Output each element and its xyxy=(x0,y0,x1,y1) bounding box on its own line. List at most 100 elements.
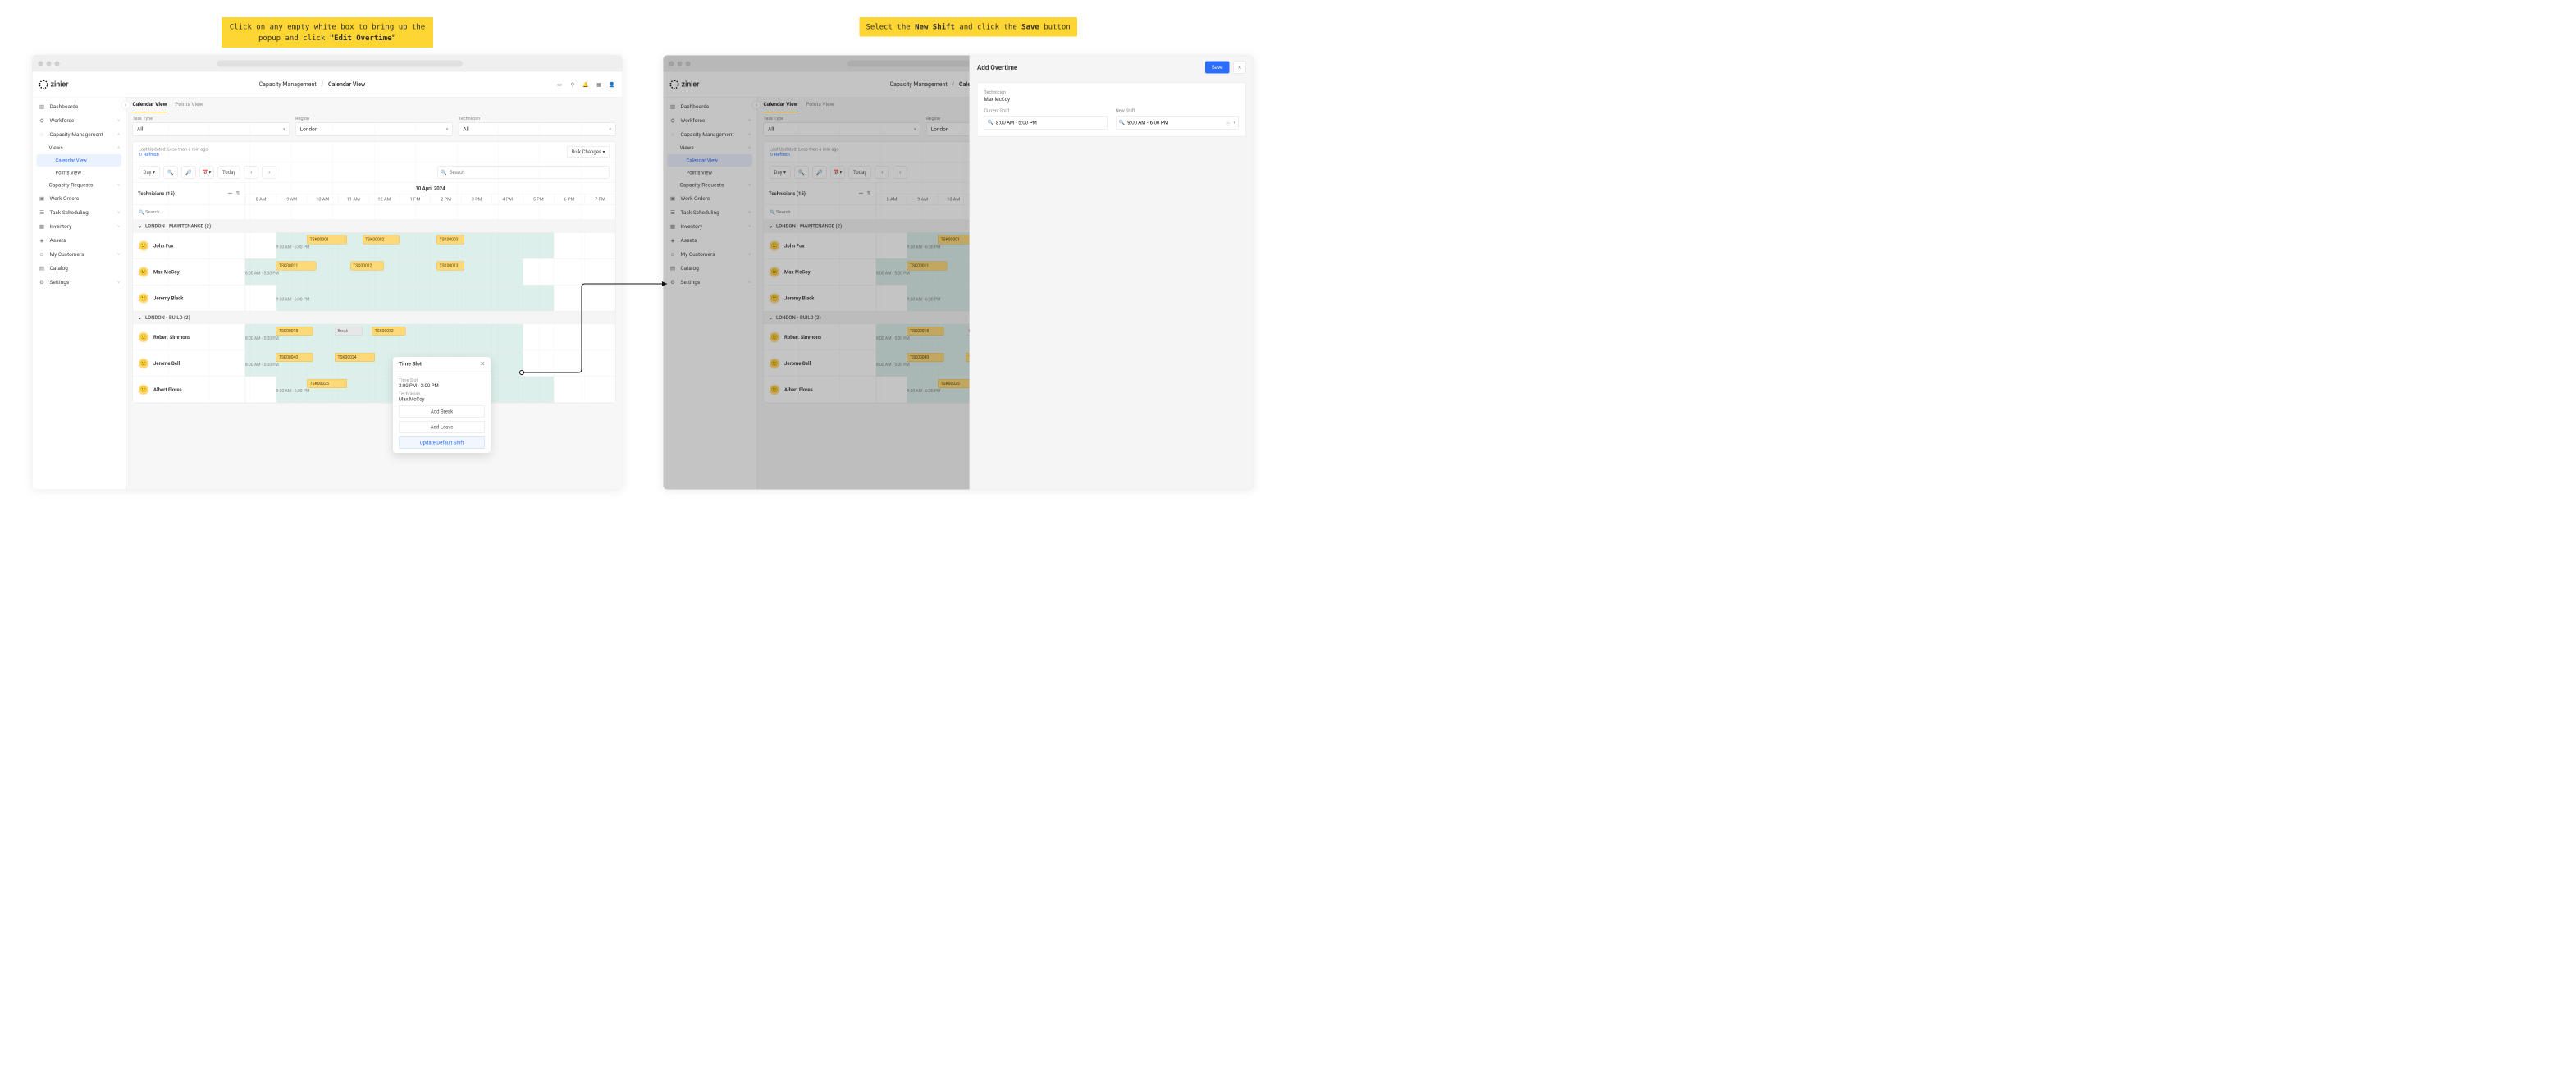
sidebar-icon: ⛭ xyxy=(39,117,46,125)
sidebar-item-label: Task Scheduling xyxy=(50,209,89,216)
chevron-icon: ˅ xyxy=(117,224,120,229)
current-shift-input xyxy=(984,116,1108,130)
chat-icon[interactable]: ▭ xyxy=(556,80,564,88)
sidebar-item-views[interactable]: Views ˄ xyxy=(33,142,126,155)
apps-icon[interactable]: ▦ xyxy=(596,80,603,88)
sidebar-item-workforce[interactable]: ⛭ Workforce ˅ xyxy=(33,114,126,128)
popup-tech-value: Max McCoy xyxy=(399,396,485,402)
task-chip[interactable]: TSK00018 xyxy=(276,327,313,336)
search-icon: 🔍 xyxy=(1119,120,1125,126)
close-button[interactable]: ✕ xyxy=(1234,62,1246,74)
breadcrumb-parent[interactable]: Capacity Management xyxy=(259,81,317,88)
timeline-lane[interactable]: 9:00 AM - 6:00 PM TSK00001 TSK00002 TSK000… xyxy=(245,233,615,259)
task-chip[interactable]: TSK00002 xyxy=(363,235,400,245)
timeline-lane[interactable]: 8:00 AM - 5:00 PM TSK00018 Break TSK00032 xyxy=(245,324,615,350)
shift-time: 8:00 AM - 5:00 PM xyxy=(245,336,279,341)
sidebar-item-label: My Customers xyxy=(50,251,84,258)
sidebar-icon: ☺ xyxy=(39,251,46,258)
task-chip[interactable]: TSK00012 xyxy=(350,262,384,271)
sidebar-item-label: Work Orders xyxy=(50,195,80,202)
drawer-tech-label: Technician xyxy=(984,89,1240,95)
brand-logo: zinier xyxy=(39,80,69,89)
breadcrumb: Capacity Management / Calendar View xyxy=(68,81,555,88)
add-overtime-drawer: Add Overtime Save ✕ Technician Max McCoy… xyxy=(970,56,1254,490)
drawer-tech-value: Max McCoy xyxy=(984,97,1240,103)
timeline-lane[interactable]: 9:00 AM - 6:00 PM xyxy=(245,286,615,312)
chevron-icon: ˅ xyxy=(117,118,120,123)
add-leave-button[interactable]: Add Leave xyxy=(399,421,485,433)
shift-time: 9:00 AM - 6:00 PM xyxy=(276,245,310,250)
main-content: ‹ Calendar ViewPoints View Task Type All… xyxy=(126,98,623,490)
task-chip[interactable]: TSK00024 xyxy=(335,353,375,362)
popup-title: Time Slot xyxy=(399,361,422,368)
new-shift-input[interactable] xyxy=(1116,116,1239,130)
sidebar-item-calendar-view[interactable]: Calendar View xyxy=(37,154,122,167)
sidebar-item-dashboards[interactable]: ▥ Dashboards xyxy=(33,100,126,114)
app-window: zinier Capacity Management / Calendar Vi… xyxy=(32,55,623,490)
sidebar-item-label: Capacity Management xyxy=(50,131,103,138)
add-break-button[interactable]: Add Break xyxy=(399,405,485,418)
sidebar-icon: ◌ xyxy=(39,131,46,139)
sidebar-item-my-customers[interactable]: ☺ My Customers ˅ xyxy=(33,248,126,262)
chevron-icon: ˅ xyxy=(117,280,120,285)
chevron-icon: ˅ xyxy=(117,183,120,188)
close-icon[interactable]: ✕ xyxy=(481,361,485,368)
task-chip[interactable]: TSK00032 xyxy=(372,327,405,336)
chevron-icon: ˅ xyxy=(117,210,120,215)
sidebar-item-label: Points View xyxy=(56,170,81,176)
task-chip[interactable]: TSK00025 xyxy=(307,379,347,388)
sidebar-icon: ▥ xyxy=(39,103,46,111)
sidebar-item-work-orders[interactable]: ▣ Work Orders xyxy=(33,192,126,206)
task-chip[interactable]: TSK00013 xyxy=(436,262,464,271)
sidebar-item-assets[interactable]: ◈ Assets xyxy=(33,234,126,248)
app-header: zinier Capacity Management / Calendar Vi… xyxy=(33,72,623,98)
tip-right: Select the New Shift and click the Save … xyxy=(860,17,1077,37)
sidebar-item-label: Inventory xyxy=(50,223,72,230)
chevron-down-icon[interactable]: ▾ xyxy=(1233,121,1235,126)
pin-icon[interactable]: ⚲ xyxy=(569,80,577,88)
sidebar-item-label: Settings xyxy=(50,279,70,286)
sidebar-item-task-scheduling[interactable]: ☰ Task Scheduling ˅ xyxy=(33,206,126,220)
drawer-title: Add Overtime xyxy=(977,63,1201,71)
clear-icon[interactable]: ⓧ xyxy=(1226,120,1230,126)
sidebar-item-label: Capacity Requests xyxy=(49,182,94,189)
shift-time: 9:00 AM - 6:00 PM xyxy=(276,298,310,303)
logo-icon xyxy=(39,80,48,89)
shift-time: 9:00 AM - 6:00 PM xyxy=(276,389,310,394)
sidebar-item-capacity-management[interactable]: ◌ Capacity Management ˄ xyxy=(33,128,126,142)
search-icon: 🔍 xyxy=(988,120,993,126)
sidebar-icon: ▦ xyxy=(39,223,46,231)
timeline-lane[interactable]: 8:00 AM - 5:00 PM TSK00011TSK00012TSK000… xyxy=(245,259,615,286)
sidebar-item-label: Views xyxy=(49,145,63,152)
sidebar-icon: ▣ xyxy=(39,195,46,203)
app-window: zinier Capacity Management / Calendar Vi… xyxy=(663,55,1254,490)
sidebar-item-settings[interactable]: ⚙ Settings ˅ xyxy=(33,276,126,290)
breadcrumb-current: Calendar View xyxy=(328,81,365,88)
task-chip[interactable]: Break xyxy=(335,327,363,336)
task-chip[interactable]: TSK00011 xyxy=(276,262,317,271)
sidebar-icon: ⚙ xyxy=(39,279,46,286)
bell-icon[interactable]: 🔔 xyxy=(582,80,590,88)
sidebar-item-capacity-requests[interactable]: Capacity Requests ˅ xyxy=(33,179,126,192)
save-button[interactable]: Save xyxy=(1205,62,1230,74)
task-chip[interactable]: TSK00003 xyxy=(436,235,464,245)
sidebar-item-label: Calendar View xyxy=(56,158,87,163)
brand-name: zinier xyxy=(51,80,69,89)
sidebar-item-label: Workforce xyxy=(50,117,75,124)
shift-time: 8:00 AM - 5:00 PM xyxy=(245,363,279,368)
shift-block xyxy=(276,286,554,312)
sidebar-icon: ☰ xyxy=(39,209,46,217)
sidebar-item-label: Dashboards xyxy=(50,103,79,110)
user-icon[interactable]: 👤 xyxy=(609,80,616,88)
sidebar-item-label: Assets xyxy=(50,237,66,244)
sidebar-item-catalog[interactable]: ▤ Catalog xyxy=(33,262,126,276)
sidebar-icon: ◈ xyxy=(39,237,46,245)
sidebar-icon: ▤ xyxy=(39,265,46,272)
timeslot-popup: Time Slot ✕ Time Slot 2:00 PM - 3:00 PM … xyxy=(393,357,491,454)
chevron-icon: ˄ xyxy=(117,132,120,137)
sidebar-item-inventory[interactable]: ▦ Inventory ˅ xyxy=(33,220,126,234)
task-chip[interactable]: TSK00001 xyxy=(307,235,347,245)
update-default-shift-button[interactable]: Update Default Shift xyxy=(399,436,485,449)
sidebar-item-points-view[interactable]: Points View xyxy=(33,167,126,179)
task-chip[interactable]: TSK00040 xyxy=(276,353,313,362)
